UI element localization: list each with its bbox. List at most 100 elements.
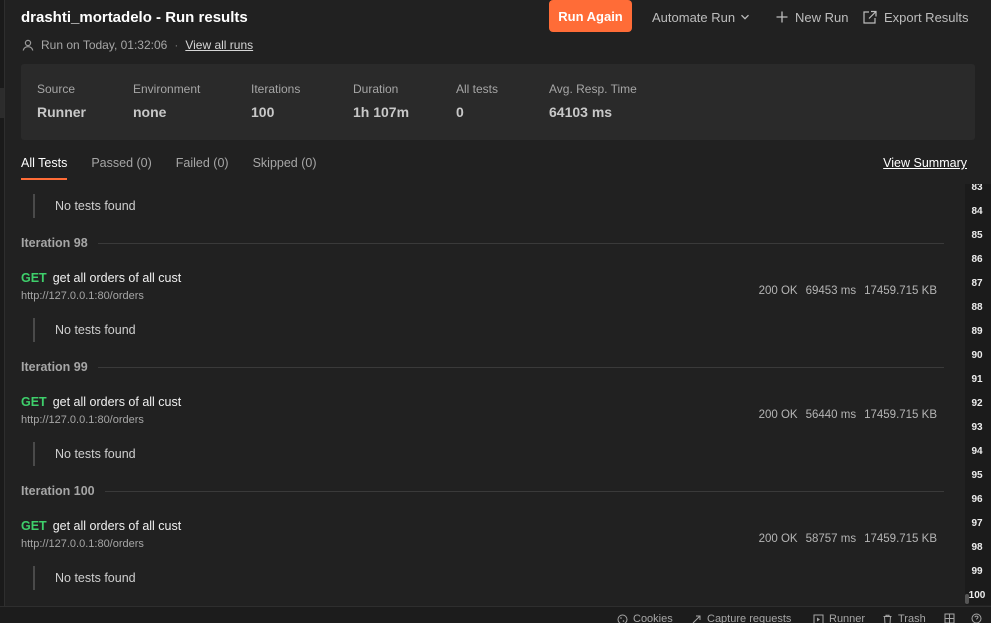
cookie-icon [617, 614, 628, 623]
minimap-iteration[interactable]: 89 [965, 326, 989, 337]
stat-label: Avg. Resp. Time [549, 82, 637, 96]
stat-value: 1h 107m [353, 104, 410, 120]
minimap-iteration[interactable]: 92 [965, 398, 989, 409]
request-method: GET [21, 519, 47, 533]
minimap-iteration[interactable]: 84 [965, 206, 989, 217]
request-row[interactable]: GET get all orders of all cust http://127… [21, 395, 941, 431]
stat-label: Iterations [251, 82, 301, 96]
minimap-iteration[interactable]: 91 [965, 374, 989, 385]
minimap-iteration[interactable]: 97 [965, 518, 989, 529]
minimap-iteration[interactable]: 90 [965, 350, 989, 361]
trash-icon [883, 614, 892, 623]
stat-label: All tests [456, 82, 499, 96]
iteration-header: Iteration 99 [21, 360, 944, 374]
export-icon [863, 10, 877, 24]
capture-requests-label: Capture requests [707, 613, 792, 623]
no-tests-message: No tests found [33, 318, 136, 342]
cookies-label: Cookies [633, 613, 673, 623]
capture-icon [692, 615, 701, 623]
minimap-iteration[interactable]: 87 [965, 278, 989, 289]
response-time: 58757 ms [805, 533, 857, 545]
scrollbar-thumb[interactable] [965, 594, 969, 604]
layout-toggle-button[interactable] [944, 613, 960, 623]
separator-dot: · [174, 38, 179, 52]
run-summary-panel: Source Runner Environment none Iteration… [21, 64, 975, 140]
iteration-header: Iteration 100 [21, 484, 944, 498]
minimap-iteration[interactable]: 85 [965, 230, 989, 241]
stat-label: Duration [353, 82, 399, 96]
response-status: 200 OK [758, 285, 798, 297]
run-timestamp: Run on Today, 01:32:06 [41, 38, 168, 52]
run-again-button[interactable]: Run Again [549, 0, 632, 32]
minimap-iteration[interactable]: 93 [965, 422, 989, 433]
status-bar: Cookies Capture requests Runner Trash [0, 606, 991, 623]
user-icon [22, 39, 34, 51]
run-info: Run on Today, 01:32:06 · View all runs [21, 38, 253, 52]
stat-label: Source [37, 82, 76, 96]
response-time: 56440 ms [805, 409, 857, 421]
minimap-iteration[interactable]: 83 [965, 184, 989, 193]
response-size: 17459.715 KB [864, 285, 937, 297]
runner-button[interactable]: Runner [813, 613, 865, 623]
layout-icon [944, 613, 955, 623]
minimap-iteration[interactable]: 95 [965, 470, 989, 481]
minimap-iteration[interactable]: 94 [965, 446, 989, 457]
stat-value: 100 [251, 104, 275, 120]
minimap-iteration[interactable]: 88 [965, 302, 989, 313]
minimap-iteration[interactable]: 98 [965, 542, 989, 553]
request-title: GET get all orders of all cust [21, 519, 941, 533]
request-row[interactable]: GET get all orders of all cust http://127… [21, 271, 941, 307]
response-status: 200 OK [758, 533, 798, 545]
stat-label: Environment [133, 82, 201, 96]
automate-run-button[interactable]: Automate Run [652, 8, 750, 26]
response-meta: 200 OK 58757 ms 17459.715 KB [751, 533, 937, 545]
minimap-iteration[interactable]: 96 [965, 494, 989, 505]
response-meta: 200 OK 69453 ms 17459.715 KB [751, 285, 937, 297]
help-button[interactable] [971, 613, 987, 623]
stat-value: none [133, 104, 167, 120]
request-name: get all orders of all cust [52, 395, 182, 409]
page-title: drashti_mortadelo - Run results [21, 9, 248, 26]
cookies-button[interactable]: Cookies [617, 613, 673, 623]
runner-label: Runner [829, 613, 866, 623]
trash-button[interactable]: Trash [882, 613, 926, 623]
results-tabs: All Tests Passed (0) Failed (0) Skipped … [21, 156, 341, 180]
response-size: 17459.715 KB [864, 533, 937, 545]
iteration-title: Iteration 100 [21, 484, 95, 498]
no-tests-message: No tests found [33, 442, 136, 466]
stat-value: Runner [37, 104, 86, 120]
request-row[interactable]: GET get all orders of all cust http://127… [21, 519, 941, 555]
stat-all-tests: All tests 0 [456, 82, 498, 120]
tab-all-tests[interactable]: All Tests [21, 156, 68, 180]
response-status: 200 OK [758, 409, 798, 421]
tab-passed[interactable]: Passed (0) [91, 156, 151, 180]
tab-skipped[interactable]: Skipped (0) [253, 156, 317, 180]
divider [97, 366, 944, 368]
view-all-runs-link[interactable]: View all runs [185, 38, 253, 52]
trash-label: Trash [898, 613, 926, 623]
stat-environment: Environment none [133, 82, 200, 120]
collapse-handle[interactable] [0, 88, 4, 118]
response-meta: 200 OK 56440 ms 17459.715 KB [751, 409, 937, 421]
stat-avg-resp-time: Avg. Resp. Time 64103 ms [549, 82, 637, 120]
request-name: get all orders of all cust [52, 519, 182, 533]
help-icon [971, 613, 982, 623]
chevron-down-icon [741, 14, 750, 20]
request-method: GET [21, 271, 47, 285]
export-results-button[interactable]: Export Results [862, 8, 969, 26]
plus-icon [776, 11, 788, 23]
iteration-title: Iteration 98 [21, 236, 88, 250]
stat-source: Source Runner [37, 82, 86, 120]
capture-requests-button[interactable]: Capture requests [691, 613, 791, 623]
view-summary-link[interactable]: View Summary [883, 156, 967, 170]
stat-value: 0 [456, 104, 464, 120]
new-run-button[interactable]: New Run [775, 8, 848, 26]
minimap-iteration[interactable]: 99 [965, 566, 989, 577]
response-size: 17459.715 KB [864, 409, 937, 421]
minimap-iteration[interactable]: 86 [965, 254, 989, 265]
divider [97, 242, 944, 244]
stat-value: 64103 ms [549, 104, 613, 120]
tab-failed[interactable]: Failed (0) [176, 156, 229, 180]
iteration-header: Iteration 98 [21, 236, 944, 250]
stat-duration: Duration 1h 107m [353, 82, 409, 120]
